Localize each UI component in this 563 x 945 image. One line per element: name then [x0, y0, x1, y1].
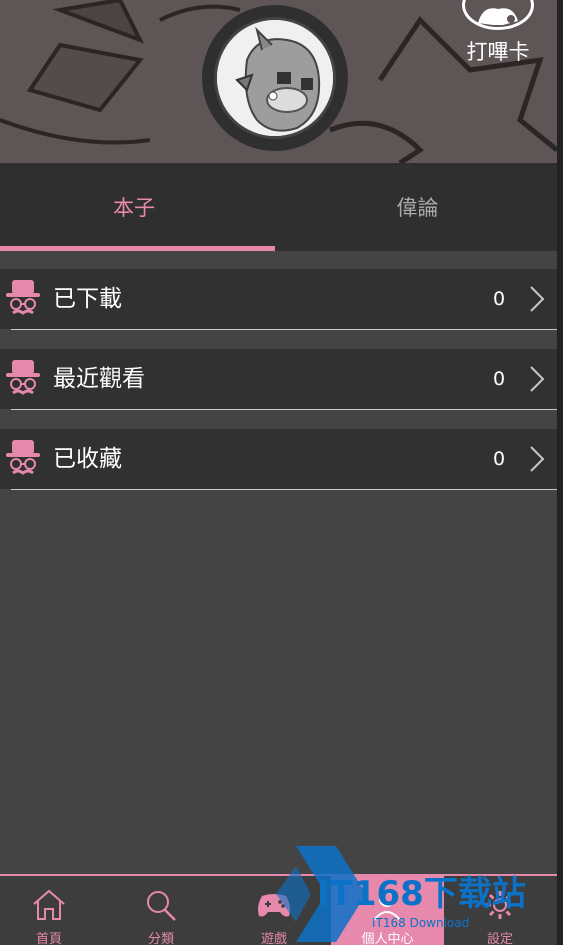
bottom-nav: 首頁 分類 遊戲 個人中心 設定: [0, 874, 557, 945]
person-icon: [373, 891, 401, 921]
window-edge: [557, 0, 563, 945]
app: 打嗶卡 本子 偉論 已下載 0 最近觀看 0 已收藏 0 首頁 分類 遊戲 個人…: [0, 0, 557, 945]
gentleman-hat-icon: [6, 360, 40, 395]
tab-indicator: [0, 246, 275, 251]
gear-icon: [486, 891, 514, 919]
nav-label: 個人中心: [361, 932, 414, 945]
divider: [11, 409, 557, 410]
gentleman-hat-icon: [6, 440, 40, 475]
nav-label: 首頁: [35, 932, 62, 945]
list-item-recently-viewed[interactable]: 最近觀看 0: [0, 349, 557, 410]
checkin-button[interactable]: 打嗶卡: [458, 0, 538, 66]
chevron-right-icon: [530, 366, 545, 392]
gamepad-icon: [258, 894, 290, 917]
nav-settings[interactable]: 設定: [452, 876, 548, 945]
checkin-icon: [462, 0, 534, 30]
nav-label: 分類: [147, 932, 174, 945]
checkin-label: 打嗶卡: [466, 40, 530, 64]
nav-games[interactable]: 遊戲: [226, 876, 322, 945]
nav-label: 遊戲: [260, 932, 287, 945]
chevron-right-icon: [530, 446, 545, 472]
gentleman-hat-icon: [6, 280, 40, 315]
avatar-frame[interactable]: [202, 5, 348, 151]
home-icon: [33, 889, 65, 920]
divider: [11, 329, 557, 330]
nav-categories[interactable]: 分類: [113, 876, 209, 945]
list-item-count: 0: [492, 288, 506, 310]
nav-home[interactable]: 首頁: [1, 876, 97, 945]
divider: [11, 489, 557, 490]
list-item-label: 最近觀看: [53, 366, 145, 392]
tab-comics[interactable]: 本子: [0, 163, 268, 251]
list-item-count: 0: [492, 368, 506, 390]
search-icon: [147, 891, 176, 921]
list-item-label: 已收藏: [53, 446, 122, 472]
list-item-label: 已下載: [53, 286, 122, 312]
nav-profile[interactable]: 個人中心: [331, 876, 444, 945]
list-item-downloaded[interactable]: 已下載 0: [0, 269, 557, 330]
profile-header: 打嗶卡: [0, 0, 557, 163]
tab-comments[interactable]: 偉論: [278, 163, 557, 251]
list-item-favorites[interactable]: 已收藏 0: [0, 429, 557, 490]
avatar[interactable]: [214, 17, 336, 139]
tab-bar: 本子 偉論: [0, 163, 557, 251]
nav-label: 設定: [486, 932, 513, 945]
list-item-count: 0: [492, 448, 506, 470]
chevron-right-icon: [530, 286, 545, 312]
